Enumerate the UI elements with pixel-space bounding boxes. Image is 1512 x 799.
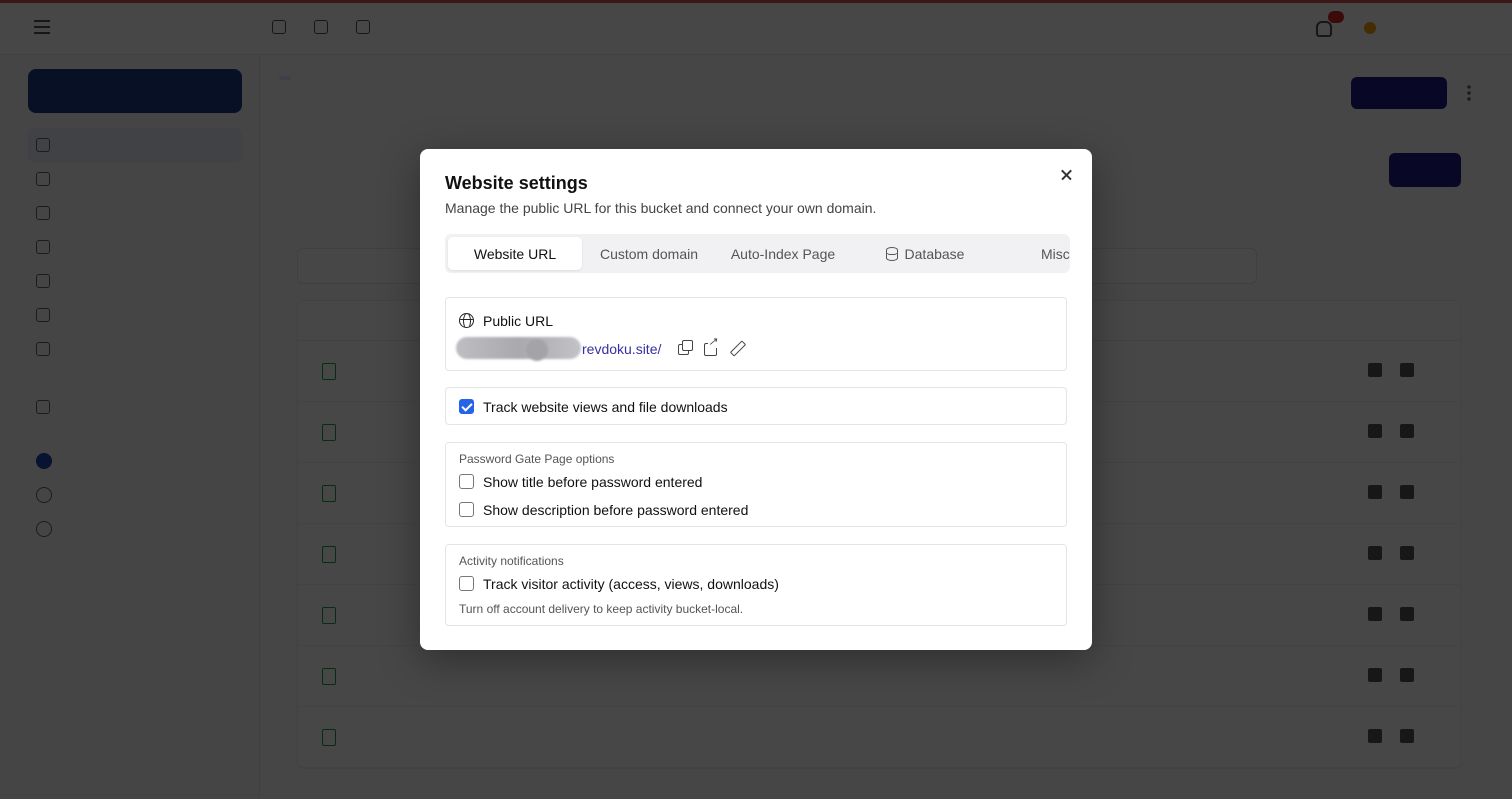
redacted-subdomain bbox=[456, 337, 581, 361]
database-icon bbox=[885, 246, 898, 261]
public-url-label: Public URL bbox=[483, 313, 554, 329]
globe-icon bbox=[459, 313, 474, 328]
tab-website-url[interactable]: Website URL bbox=[448, 237, 582, 270]
dialog-title: Website settings bbox=[445, 173, 588, 193]
show-title-checkbox[interactable] bbox=[459, 474, 474, 489]
track-activity-label[interactable]: Track visitor activity (access, views, d… bbox=[483, 576, 779, 592]
tab-misc[interactable]: Misc bbox=[1041, 237, 1070, 270]
activity-notifications-card: Activity notifications Track visitor act… bbox=[445, 544, 1067, 626]
tab-label: Database bbox=[904, 245, 965, 262]
tab-label: Custom domain bbox=[599, 245, 699, 262]
settings-tabs: Website URL Custom domain Auto-Index Pag… bbox=[445, 234, 1070, 273]
public-url-card: Public URL revdoku.site/ bbox=[445, 297, 1067, 371]
public-url-link[interactable]: revdoku.site/ bbox=[582, 341, 661, 357]
tab-label: Auto-Index Page bbox=[730, 245, 836, 262]
show-description-label[interactable]: Show description before password entered bbox=[483, 502, 748, 518]
password-gate-card: Password Gate Page options Show title be… bbox=[445, 442, 1067, 527]
track-views-checkbox[interactable] bbox=[459, 399, 474, 414]
track-views-card: Track website views and file downloads bbox=[445, 387, 1067, 425]
tab-auto-index-page[interactable]: Auto-Index Page bbox=[718, 237, 848, 270]
track-views-label[interactable]: Track website views and file downloads bbox=[483, 399, 728, 415]
tab-database[interactable]: Database bbox=[860, 237, 990, 270]
tab-custom-domain[interactable]: Custom domain bbox=[589, 237, 709, 270]
website-settings-dialog: Website settings Manage the public URL f… bbox=[420, 149, 1092, 650]
dialog-description: Manage the public URL for this bucket an… bbox=[445, 200, 877, 216]
pencil-icon[interactable] bbox=[729, 340, 745, 356]
track-activity-checkbox[interactable] bbox=[459, 576, 474, 591]
show-description-checkbox[interactable] bbox=[459, 502, 474, 517]
activity-hint: Turn off account delivery to keep activi… bbox=[459, 602, 744, 616]
show-title-label[interactable]: Show title before password entered bbox=[483, 474, 702, 490]
close-icon[interactable] bbox=[1056, 164, 1078, 186]
activity-heading: Activity notifications bbox=[459, 554, 564, 568]
tab-label: Website URL bbox=[473, 245, 557, 262]
tab-label: Misc bbox=[1041, 245, 1070, 262]
password-gate-heading: Password Gate Page options bbox=[459, 452, 615, 466]
copy-icon[interactable] bbox=[677, 340, 693, 356]
external-link-icon[interactable] bbox=[703, 336, 719, 356]
